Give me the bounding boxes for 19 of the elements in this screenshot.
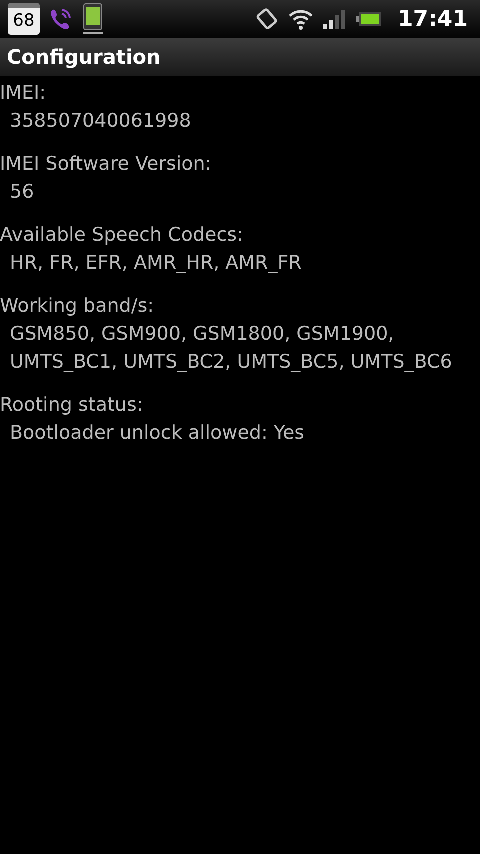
field-label: Working band/s: [0, 294, 156, 319]
calendar-day: 68 [13, 13, 35, 30]
battery-icon[interactable] [356, 11, 382, 27]
field-label: IMEI: [0, 81, 48, 106]
phone-device-icon[interactable] [82, 3, 104, 35]
field-value: 56 [9, 180, 36, 205]
field-label: Available Speech Codecs: [0, 223, 244, 248]
field-value: HR, FR, EFR, AMR_HR, AMR_FR [9, 251, 303, 276]
field-value: Bootloader unlock allowed: Yes [9, 421, 306, 446]
clock: 17:41 [398, 6, 468, 34]
field-label: Rooting status: [0, 393, 144, 418]
screen-title: Configuration [7, 44, 161, 71]
phone-icon[interactable] [48, 6, 74, 32]
field-value: UMTS_BC1, UMTS_BC2, UMTS_BC5, UMTS_BC6 [9, 350, 454, 375]
field-value: 358507040061998 [9, 109, 192, 134]
calendar-icon[interactable]: 68 [8, 3, 40, 35]
field-label: IMEI Software Version: [0, 152, 213, 177]
signal-icon[interactable] [322, 8, 348, 30]
field-value: GSM850, GSM900, GSM1800, GSM1900, [9, 322, 396, 347]
